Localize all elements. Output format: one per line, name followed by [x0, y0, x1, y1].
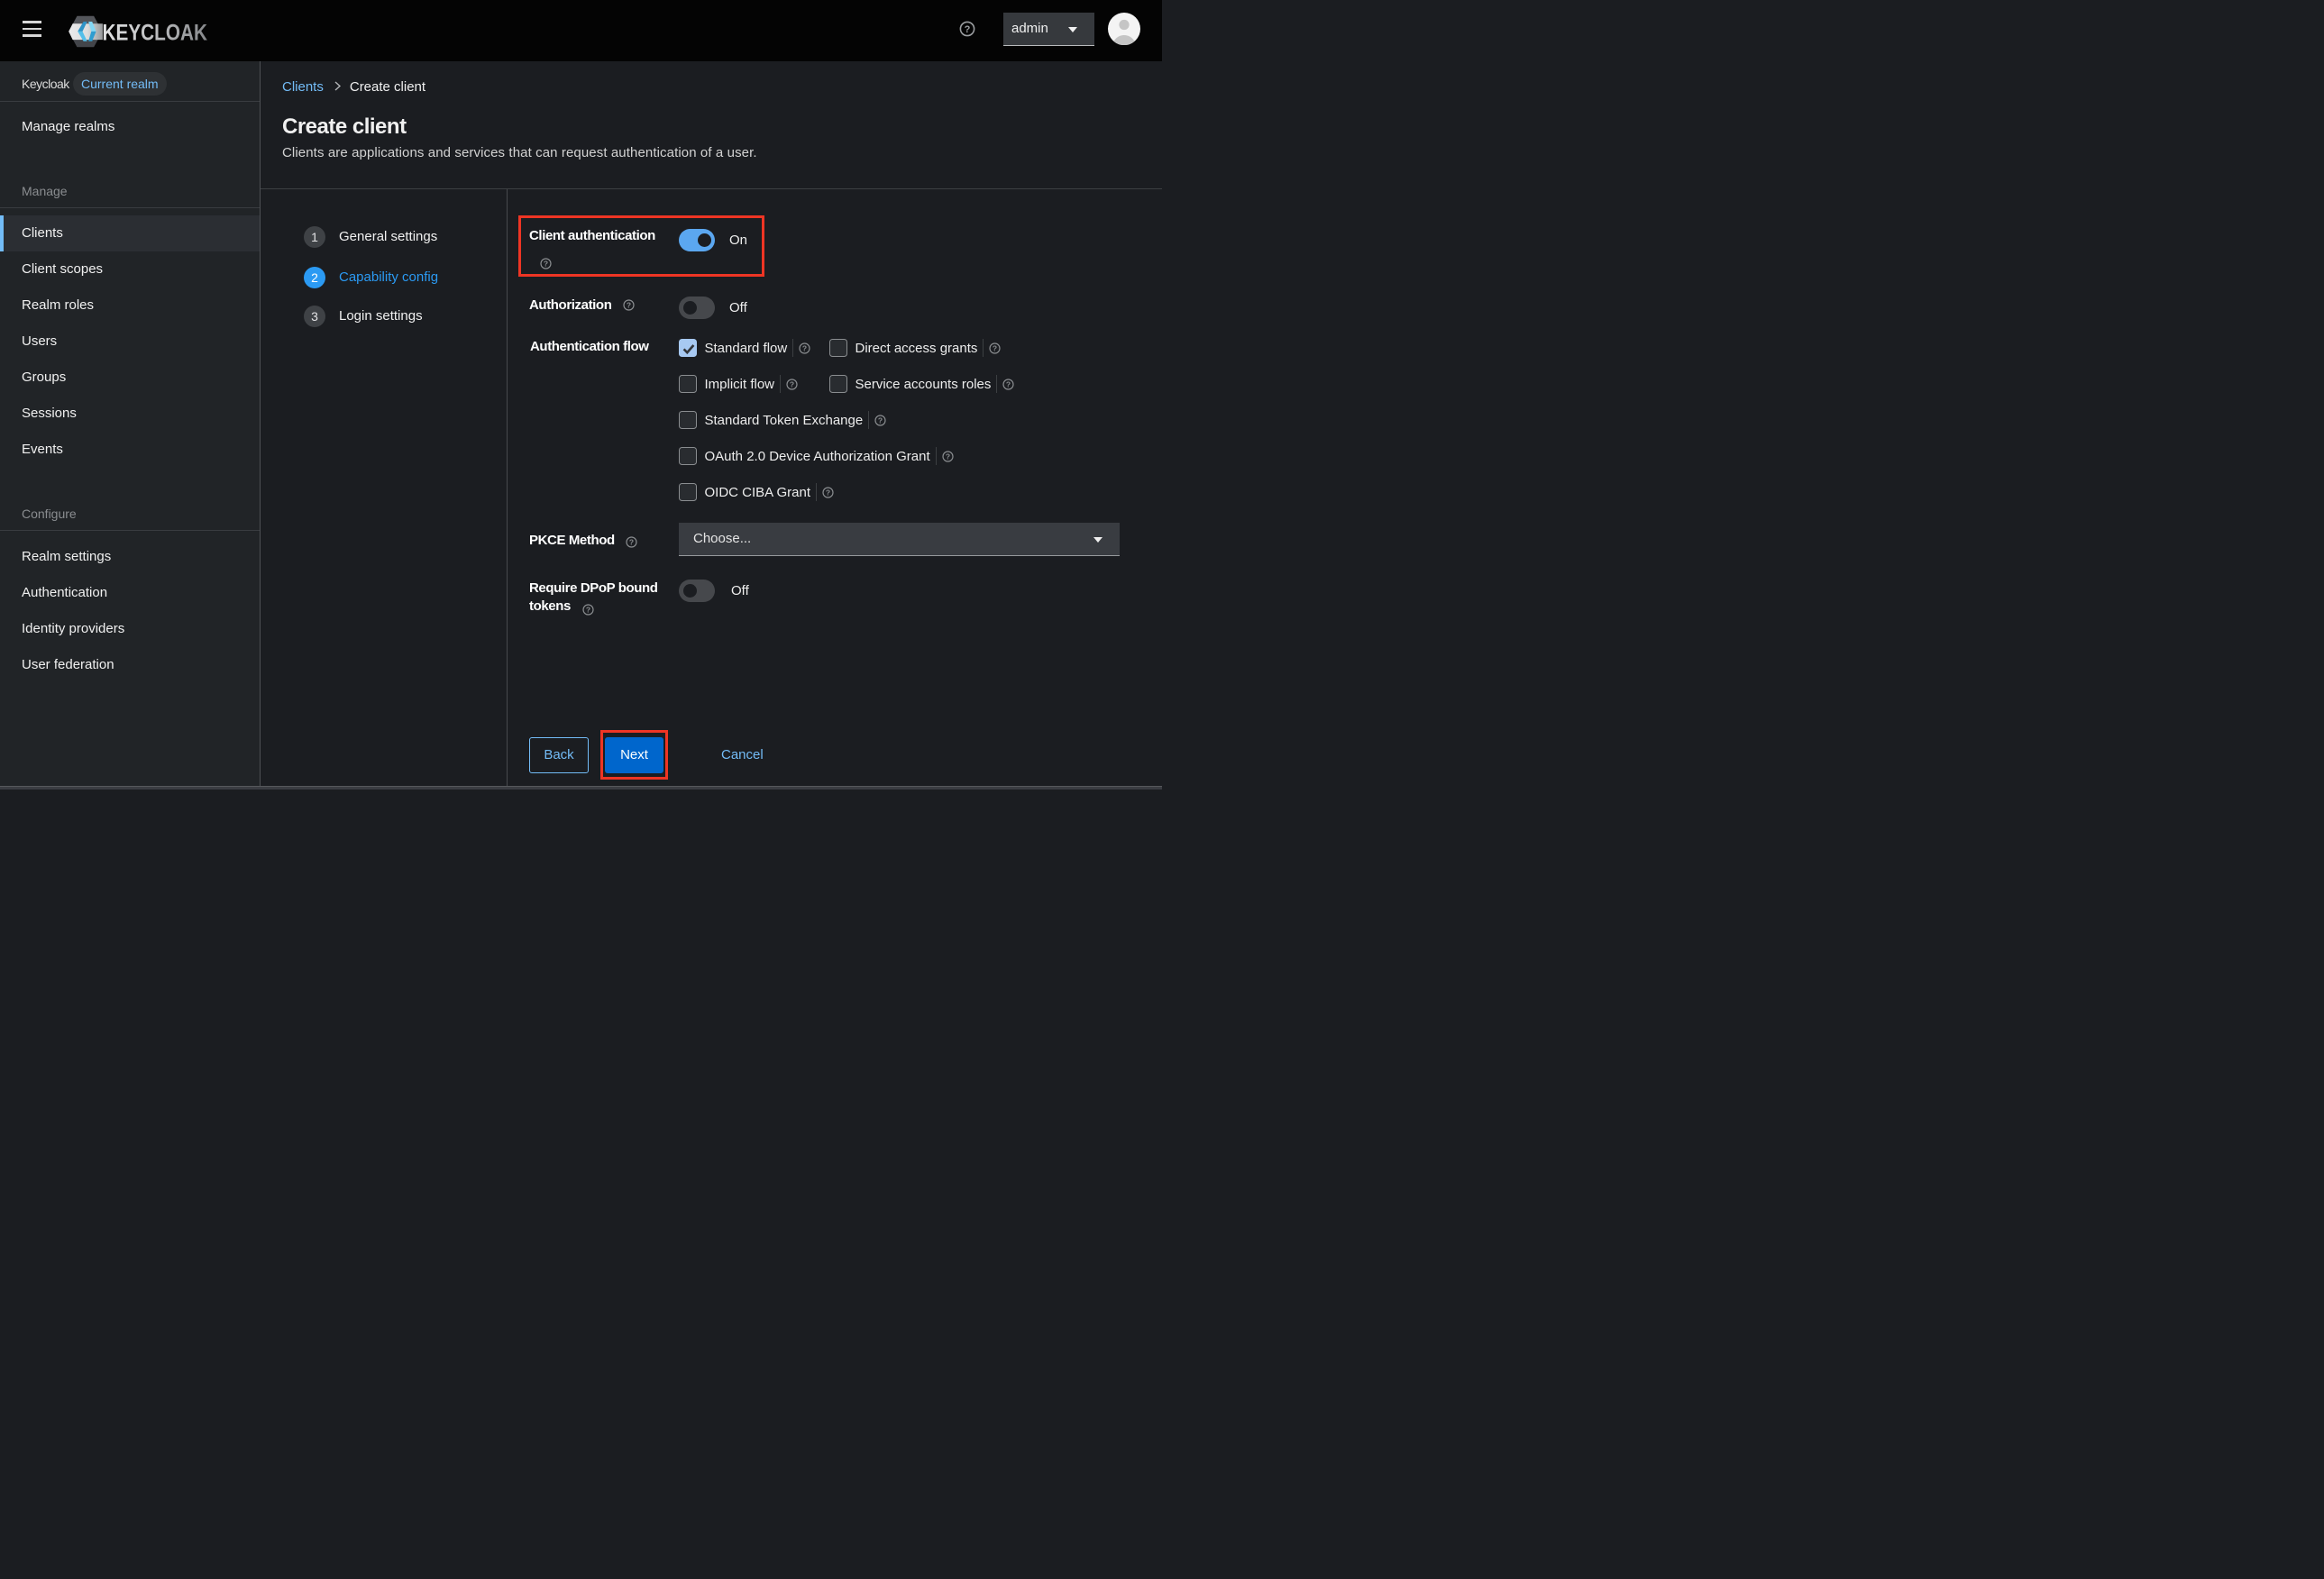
svg-text:?: ? [627, 301, 631, 310]
svg-text:?: ? [993, 343, 997, 352]
svg-text:KEYCLOAK: KEYCLOAK [103, 20, 208, 45]
svg-text:?: ? [802, 343, 807, 352]
svg-text:?: ? [878, 415, 883, 424]
svg-text:?: ? [544, 260, 548, 269]
svg-text:?: ? [1006, 379, 1011, 388]
svg-text:?: ? [946, 452, 950, 461]
svg-text:?: ? [790, 379, 794, 388]
svg-text:?: ? [629, 538, 634, 547]
svg-text:?: ? [586, 606, 590, 615]
svg-text:?: ? [965, 24, 971, 35]
svg-text:?: ? [826, 488, 830, 497]
